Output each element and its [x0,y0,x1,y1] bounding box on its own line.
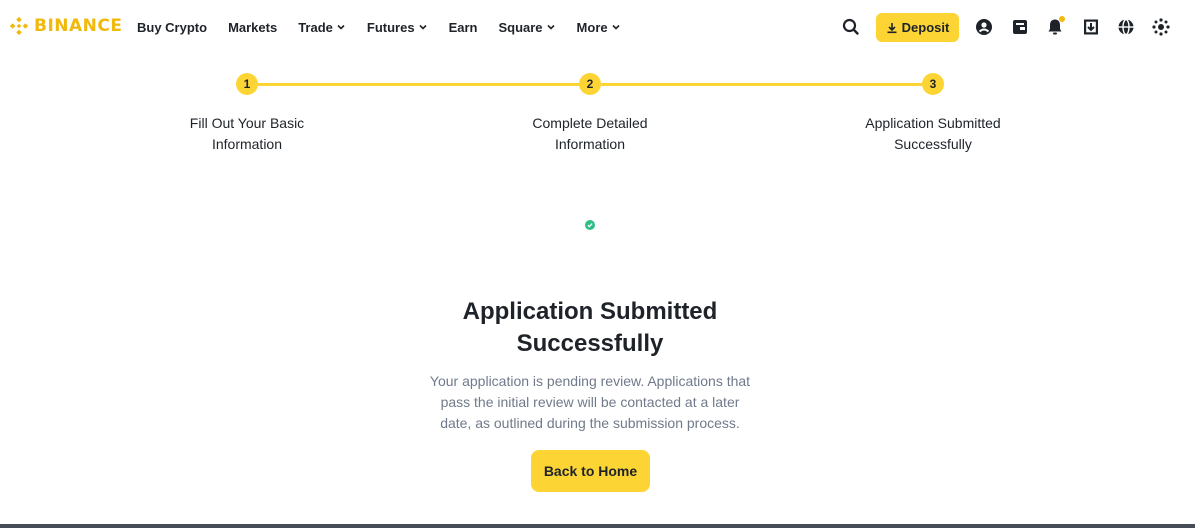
download-icon [887,22,897,33]
step-3-indicator: 3 [922,73,944,95]
chevron-down-icon [546,24,555,30]
nav-label: Markets [228,19,278,35]
nav-label: Buy Crypto [137,19,208,35]
nav-item-futures[interactable]: Futures [367,20,428,35]
top-header: BINANCE Buy Crypto Markets Trade Futures… [0,0,1195,54]
step-1-label: Fill Out Your Basic Information [147,113,347,155]
back-to-home-button[interactable]: Back to Home [531,450,650,492]
description-line: pass the initial review will be contacte… [440,394,740,410]
notification-dot [1059,16,1065,22]
brand-name: BINANCE [34,16,123,36]
check-circle-icon [585,220,595,230]
nav-item-square[interactable]: Square [498,20,555,35]
step-3-label: Application Submitted Successfully [833,113,1033,155]
wallet-icon[interactable] [1010,17,1030,37]
step-label-line: Application Submitted [865,115,1001,131]
step-label-line: Successfully [894,136,972,152]
settings-icon[interactable] [1151,17,1171,37]
user-icon[interactable] [974,17,994,37]
nav-item-markets[interactable]: Markets [228,20,277,35]
binance-logo[interactable]: BINANCE [8,15,122,37]
bottom-edge [0,524,1195,528]
result-title: Application Submitted Successfully [395,296,785,360]
step-label-line: Information [554,136,626,152]
chevron-down-icon [612,24,620,30]
deposit-label: Deposit [901,20,950,35]
nav-label: Futures [366,19,415,35]
step-connector [601,83,922,86]
chevron-down-icon [337,24,345,30]
nav-item-more[interactable]: More [577,20,621,35]
nav-label: More [576,19,608,35]
binance-logo-icon [9,16,29,36]
deposit-button[interactable]: Deposit [876,13,959,42]
bell-icon[interactable] [1045,16,1065,37]
result-description: Your application is pending review. Appl… [415,371,765,434]
nav-item-trade[interactable]: Trade [298,20,346,35]
globe-icon[interactable] [1116,17,1136,37]
main-nav: Buy Crypto Markets Trade Futures Earn Sq… [137,0,642,54]
chevron-down-icon [418,24,427,30]
app-download-icon[interactable] [1081,17,1101,37]
title-line: Successfully [516,330,664,357]
step-2-indicator: 2 [579,73,601,95]
step-label-line: Fill Out Your Basic [189,115,305,131]
nav-label: Earn [448,19,478,35]
step-2-label: Complete Detailed Information [490,113,690,155]
step-label-line: Information [211,136,283,152]
step-1-indicator: 1 [236,73,258,95]
description-line: date, as outlined during the submission … [440,415,740,431]
nav-item-buy-crypto[interactable]: Buy Crypto [137,20,207,35]
description-line: Your application is pending review. Appl… [429,373,751,389]
step-connector [258,83,579,86]
nav-label: Trade [298,19,333,35]
nav-label: Square [498,19,543,35]
title-line: Application Submitted [462,298,718,325]
nav-item-earn[interactable]: Earn [449,20,478,35]
step-label-line: Complete Detailed [532,115,648,131]
search-icon[interactable] [841,17,861,37]
